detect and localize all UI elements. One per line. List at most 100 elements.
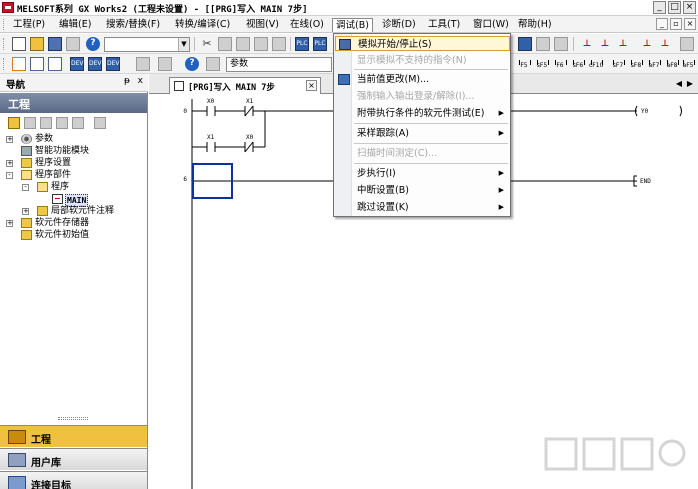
list-mode-icon[interactable] (30, 57, 44, 71)
ladder-jump-icon[interactable]: ⊥ (640, 37, 654, 51)
property-icon[interactable] (24, 117, 36, 129)
open-project-icon[interactable] (30, 37, 44, 51)
f6-icon[interactable]: F6 (553, 57, 567, 71)
chevron-down-icon[interactable]: ▼ (178, 38, 189, 51)
sort-icon[interactable] (94, 117, 106, 129)
ladder-return-icon[interactable]: ⊥ (658, 37, 672, 51)
new-project-icon[interactable] (12, 37, 26, 51)
panel-splitter[interactable] (58, 417, 88, 420)
menu-item-step-execution[interactable]: 步执行(I) ▶ (335, 166, 510, 181)
delete-data-icon[interactable] (56, 117, 68, 129)
menubar-grip[interactable] (3, 19, 6, 30)
toolbar-grip[interactable] (3, 38, 6, 50)
toolbar-grip[interactable] (3, 58, 6, 70)
menu-convert-compile[interactable]: 转换/编译(C) (172, 18, 233, 32)
menu-item-sampling-trace[interactable]: 采样跟踪(A) ▶ (335, 126, 510, 141)
af7-icon[interactable]: aF7 (647, 57, 661, 71)
help-icon[interactable]: ? (86, 37, 100, 51)
tab-scroll-left-icon[interactable]: ◀ (676, 79, 682, 88)
watermark-logo (544, 437, 686, 471)
nav-tab-connection[interactable]: 连接目标 (0, 471, 147, 489)
mdi-restore-button[interactable]: ▫ (670, 18, 682, 30)
nav-tab-user-library[interactable]: 用户库 (0, 448, 147, 470)
menu-help[interactable]: 帮助(H) (515, 18, 555, 32)
paste-icon[interactable] (236, 37, 250, 51)
close-button[interactable]: × (683, 1, 696, 14)
print-icon[interactable] (66, 37, 80, 51)
expand-icon[interactable]: + (6, 220, 13, 227)
menu-project[interactable]: 工程(P) (10, 18, 48, 32)
menu-edit[interactable]: 编辑(E) (56, 18, 94, 32)
sf5-icon[interactable]: sF5 (535, 57, 549, 71)
menu-window[interactable]: 窗口(W) (470, 18, 512, 32)
cf10-icon[interactable]: cF10 (589, 57, 603, 71)
refresh-icon[interactable] (72, 117, 84, 129)
f5-contact-icon[interactable]: F5 (517, 57, 531, 71)
folder-open-icon (21, 170, 32, 180)
redo-icon[interactable] (272, 37, 286, 51)
af8-icon[interactable]: aF8 (665, 57, 679, 71)
parameter-combo[interactable]: 参数 (226, 57, 332, 72)
menu-view[interactable]: 视图(V) (243, 18, 282, 32)
menu-item-device-test-conditions[interactable]: 附带执行条件的软元件测试(E) ▶ (335, 106, 510, 121)
menu-item-modify-value[interactable]: 当前值更改(M)... (335, 72, 510, 87)
program-icon (52, 194, 63, 204)
watch-icon[interactable] (536, 37, 550, 51)
nav-tab-project[interactable]: 工程 (0, 425, 147, 447)
help-index-icon[interactable]: ? (185, 57, 199, 71)
comment-mode-icon[interactable] (48, 57, 62, 71)
ladder-coil-icon[interactable]: ⊥ (616, 37, 630, 51)
tab-main-program[interactable]: [PRG]写入 MAIN 7步 × (169, 77, 321, 94)
mdi-close-button[interactable]: × (684, 18, 696, 30)
toolbar-overflow-icon[interactable] (680, 37, 694, 51)
copy-data-icon[interactable] (40, 117, 52, 129)
menu-diagnostics[interactable]: 诊断(D) (379, 18, 419, 32)
ladder-branch-icon[interactable]: ⊥ (598, 37, 612, 51)
menu-item-break-settings[interactable]: 中断设置(B) ▶ (335, 183, 510, 198)
tab-scroll-right-icon[interactable]: ▶ (687, 79, 693, 88)
ladder-contact-icon[interactable]: ⊥ (580, 37, 594, 51)
cut-icon[interactable]: ✂ (200, 37, 214, 51)
sf6-icon[interactable]: sF6 (571, 57, 585, 71)
device-comment-icon[interactable]: DEV (70, 57, 84, 71)
find-device-icon[interactable] (136, 57, 150, 71)
pin-icon[interactable]: ᵽ (124, 76, 130, 86)
menu-item-skip-settings[interactable]: 跳过设置(K) ▶ (335, 200, 510, 215)
menu-tools[interactable]: 工具(T) (425, 18, 463, 32)
sf7-icon[interactable]: sF7 (611, 57, 625, 71)
folder-icon (21, 218, 32, 228)
minimize-button[interactable]: _ (653, 1, 666, 14)
ladder-mode-icon[interactable] (12, 57, 26, 71)
new-data-icon[interactable] (8, 117, 20, 129)
device-list-icon[interactable]: DEV (88, 57, 102, 71)
read-from-plc-icon[interactable]: PLC (313, 37, 327, 51)
menu-search-replace[interactable]: 搜索/替换(F) (103, 18, 163, 32)
expand-icon[interactable]: + (22, 208, 29, 215)
device-memory-icon[interactable]: DEV (106, 57, 120, 71)
collapse-icon[interactable]: - (22, 184, 29, 191)
nav-tab-label: 连接目标 (31, 481, 71, 489)
menu-debug[interactable]: 调试(B) (332, 18, 373, 32)
close-icon[interactable]: × (306, 80, 317, 91)
close-panel-icon[interactable]: x (138, 76, 143, 86)
copy-icon[interactable] (218, 37, 232, 51)
step-number: 0 (183, 108, 187, 115)
parameter-icon[interactable] (206, 57, 220, 71)
toolbar-combo[interactable]: ▼ (104, 37, 190, 52)
expand-icon[interactable]: + (6, 136, 13, 143)
af5-icon[interactable]: aF5 (681, 57, 695, 71)
write-to-plc-icon[interactable]: PLC (295, 37, 309, 51)
device-batch-icon[interactable] (554, 37, 568, 51)
menu-item-simulation-start-stop[interactable]: 模拟开始/停止(S) (335, 36, 510, 51)
cross-reference-icon[interactable] (158, 57, 172, 71)
menu-online[interactable]: 在线(O) (287, 18, 327, 32)
save-icon[interactable] (48, 37, 62, 51)
sf8-icon[interactable]: sF8 (629, 57, 643, 71)
monitor-icon[interactable] (518, 37, 532, 51)
maximize-button[interactable]: □ (668, 1, 681, 14)
menu-item-unsupported-instructions: 显示模拟不支持的指令(N) (335, 53, 510, 68)
undo-icon[interactable] (254, 37, 268, 51)
expand-icon[interactable]: + (6, 160, 13, 167)
mdi-minimize-button[interactable]: _ (656, 18, 668, 30)
collapse-icon[interactable]: - (6, 172, 13, 179)
